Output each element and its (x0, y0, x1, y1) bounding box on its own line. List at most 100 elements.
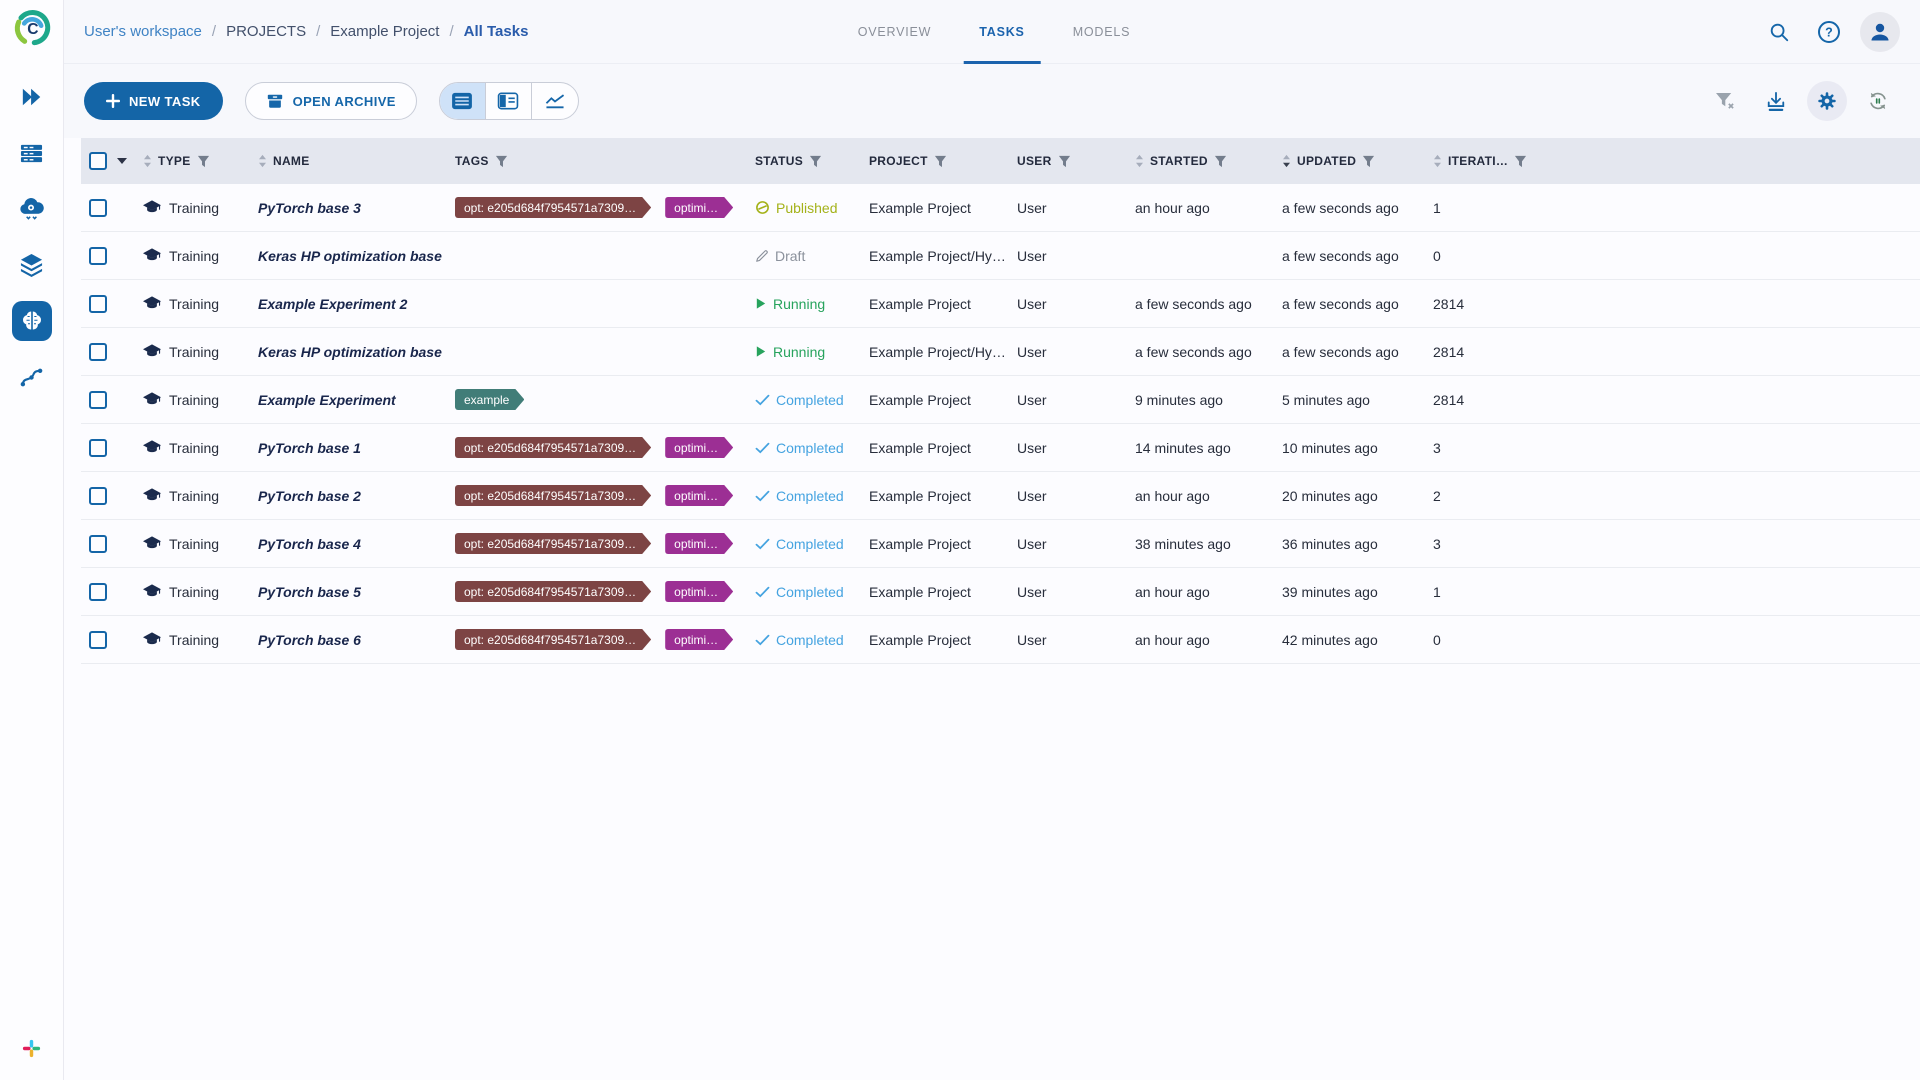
cell-user: User (1017, 487, 1047, 504)
filter-icon[interactable] (1214, 155, 1227, 168)
column-header-type[interactable]: TYPE (141, 154, 256, 168)
row-checkbox[interactable] (89, 630, 107, 649)
cell-user: User (1017, 295, 1047, 312)
row-checkbox[interactable] (89, 534, 107, 553)
settings-gear-icon[interactable] (1807, 81, 1847, 121)
column-header-project[interactable]: PROJECT (867, 154, 1015, 168)
tab-models[interactable]: MODELS (1057, 0, 1147, 63)
sidebar-item-queues[interactable] (12, 133, 52, 173)
row-checkbox[interactable] (89, 342, 107, 361)
sort-icon[interactable] (1433, 154, 1442, 168)
row-checkbox[interactable] (89, 246, 107, 265)
tab-tasks[interactable]: TASKS (963, 0, 1042, 64)
user-avatar[interactable] (1860, 11, 1900, 52)
table-row[interactable]: Training Keras HP optimization base Draf… (81, 232, 1920, 280)
filter-icon[interactable] (495, 155, 508, 168)
column-label: ITERATI… (1448, 154, 1509, 168)
training-type-icon (143, 584, 161, 597)
cell-status: Completed (753, 392, 867, 408)
slack-icon[interactable] (21, 1038, 42, 1064)
sort-icon[interactable] (1282, 154, 1291, 168)
row-checkbox[interactable] (89, 294, 107, 313)
breadcrumb-projects[interactable]: PROJECTS (226, 23, 306, 40)
filter-icon[interactable] (1514, 155, 1527, 168)
tab-overview[interactable]: OVERVIEW (842, 0, 948, 63)
plus-icon (106, 94, 120, 108)
cell-status: Published (753, 200, 867, 216)
cell-tags: opt: e205d684f7954571a7309… optimi… (453, 629, 753, 650)
column-header-updated[interactable]: UPDATED (1280, 154, 1431, 168)
published-status-icon (756, 201, 769, 214)
sort-icon[interactable] (143, 154, 152, 168)
auto-refresh-icon[interactable] (1858, 81, 1898, 121)
compare-view-toggle[interactable] (532, 83, 578, 119)
help-icon[interactable]: ? (1810, 13, 1848, 51)
view-toggle-group (438, 82, 579, 120)
column-header-name[interactable]: NAME (256, 154, 453, 168)
sidebar-item-datasets[interactable] (12, 245, 52, 285)
row-checkbox[interactable] (89, 582, 107, 601)
training-type-icon (143, 248, 161, 261)
archive-icon (267, 94, 282, 108)
tag-chip: opt: e205d684f7954571a7309… (455, 437, 651, 458)
sidebar-item-autoscalers[interactable] (12, 189, 52, 229)
column-header-status[interactable]: STATUS (753, 154, 867, 168)
table-row[interactable]: Training PyTorch base 5 opt: e205d684f79… (81, 568, 1920, 616)
row-select-cell (81, 486, 141, 505)
filter-icon[interactable] (1362, 155, 1375, 168)
column-label: TAGS (455, 154, 489, 168)
row-checkbox[interactable] (89, 438, 107, 457)
brain-icon (22, 311, 41, 330)
download-icon[interactable] (1756, 81, 1796, 121)
clear-filters-icon[interactable] (1705, 81, 1745, 121)
column-header-tags[interactable]: TAGS (453, 154, 753, 168)
sidebar-item-pipelines[interactable] (12, 357, 52, 397)
breadcrumb-all-tasks: All Tasks (463, 23, 529, 40)
table-row[interactable]: Training PyTorch base 4 opt: e205d684f79… (81, 520, 1920, 568)
table-row[interactable]: Training PyTorch base 6 opt: e205d684f79… (81, 616, 1920, 664)
clearml-logo-icon[interactable]: C (10, 6, 54, 55)
column-header-user[interactable]: USER (1015, 154, 1133, 168)
new-task-button[interactable]: NEW TASK (84, 82, 223, 120)
cell-tags: opt: e205d684f7954571a7309… optimi… (453, 581, 753, 602)
cell-tags: opt: e205d684f7954571a7309… optimi… (453, 197, 753, 218)
search-icon[interactable] (1760, 13, 1798, 51)
breadcrumb-workspace[interactable]: User's workspace (84, 23, 202, 40)
select-all-checkbox[interactable] (89, 152, 107, 170)
cell-started: 14 minutes ago (1135, 439, 1231, 456)
caret-down-icon[interactable] (117, 158, 127, 164)
main-area: User's workspace / PROJECTS / Example Pr… (64, 0, 1920, 1080)
table-row[interactable]: Training PyTorch base 2 opt: e205d684f79… (81, 472, 1920, 520)
table-row[interactable]: Training PyTorch base 3 opt: e205d684f79… (81, 184, 1920, 232)
sidebar-item-projects[interactable] (11, 301, 52, 341)
breadcrumb-project[interactable]: Example Project (330, 23, 439, 40)
filter-icon[interactable] (197, 155, 210, 168)
row-checkbox[interactable] (89, 198, 107, 217)
filter-icon[interactable] (1058, 155, 1071, 168)
cell-started: a few seconds ago (1135, 295, 1252, 312)
row-checkbox[interactable] (89, 486, 107, 505)
split-view-toggle[interactable] (486, 83, 532, 119)
column-header-started[interactable]: STARTED (1133, 154, 1280, 168)
sidebar-item-expand[interactable] (12, 77, 52, 117)
row-checkbox[interactable] (89, 390, 107, 409)
table-row[interactable]: Training Keras HP optimization base Runn… (81, 328, 1920, 376)
open-archive-button[interactable]: OPEN ARCHIVE (244, 82, 417, 120)
table-view-toggle[interactable] (439, 83, 486, 119)
cell-started: 38 minutes ago (1135, 535, 1231, 552)
cell-status: Running (753, 296, 867, 312)
column-header-iterations[interactable]: ITERATI… (1431, 154, 1541, 168)
filter-icon[interactable] (934, 155, 947, 168)
breadcrumb-separator: / (316, 23, 321, 40)
table-row[interactable]: Training Example Experiment 2 Running Ex… (81, 280, 1920, 328)
cell-updated: 20 minutes ago (1282, 487, 1378, 504)
cell-name: PyTorch base 1 (258, 439, 361, 456)
table-row[interactable]: Training Example Experiment example Comp… (81, 376, 1920, 424)
table-row[interactable]: Training PyTorch base 1 opt: e205d684f79… (81, 424, 1920, 472)
cell-project: Example Project (869, 295, 971, 312)
filter-icon[interactable] (809, 155, 822, 168)
sort-icon[interactable] (1135, 154, 1144, 168)
sort-icon[interactable] (258, 154, 267, 168)
sidebar: C (0, 0, 64, 1080)
tag-chip: example (455, 389, 524, 410)
